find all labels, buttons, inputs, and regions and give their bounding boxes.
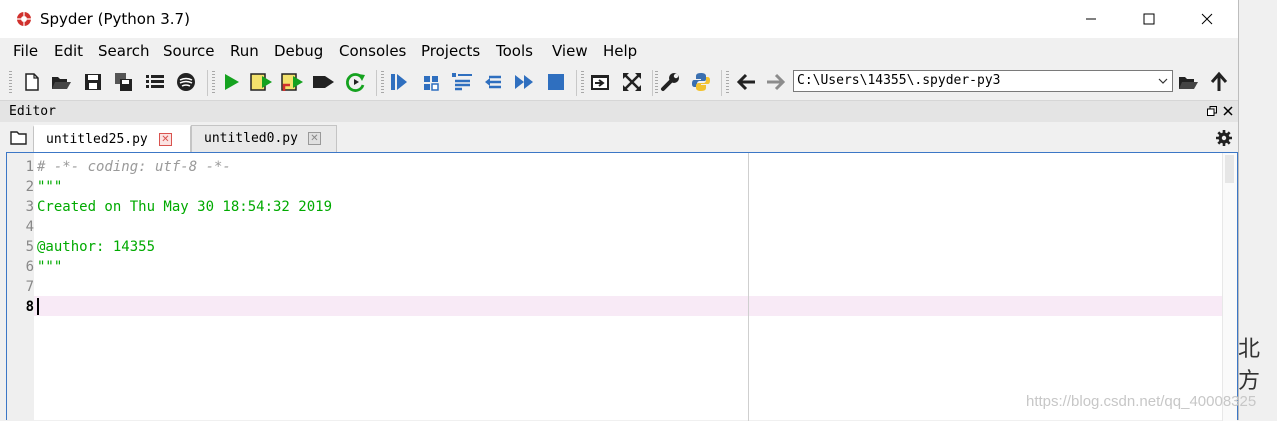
toolbar-grip[interactable]	[381, 71, 384, 95]
close-tab-icon[interactable]: ✕	[159, 133, 172, 146]
step-into-icon[interactable]	[450, 70, 474, 94]
menu-file[interactable]: File	[13, 42, 38, 60]
vertical-scrollbar[interactable]	[1222, 153, 1237, 421]
chevron-down-icon[interactable]	[1156, 71, 1170, 91]
tab-untitled0[interactable]: untitled0.py ✕	[191, 125, 337, 152]
maximize-button[interactable]	[1120, 0, 1178, 38]
back-arrow-icon[interactable]	[734, 70, 758, 94]
menu-run[interactable]: Run	[230, 42, 259, 60]
step-return-icon[interactable]	[481, 70, 505, 94]
python-path-icon[interactable]	[689, 70, 713, 94]
code-line: @author: 14355	[37, 239, 156, 255]
editor-tabs: untitled25.py ✕ untitled0.py ✕	[0, 122, 1238, 153]
stop-icon[interactable]	[544, 70, 568, 94]
menu-help[interactable]: Help	[603, 42, 637, 60]
tab-label: untitled25.py	[46, 132, 148, 147]
toolbar-separator	[576, 70, 577, 96]
line-number: 3	[25, 199, 34, 215]
line-number-gutter: 1 2 3 4 5 6 7 8	[7, 153, 34, 421]
code-line: Created on Thu May 30 18:54:32 2019	[37, 199, 333, 215]
gear-icon[interactable]	[1212, 126, 1236, 150]
browse-folder-icon[interactable]	[1176, 70, 1200, 94]
menu-consoles[interactable]: Consoles	[339, 42, 406, 60]
window-title: Spyder (Python 3.7)	[40, 10, 190, 28]
rerun-icon[interactable]	[344, 70, 368, 94]
undock-icon[interactable]	[1205, 104, 1219, 118]
parent-directory-icon[interactable]	[1207, 70, 1231, 94]
pane-title: Editor	[9, 104, 56, 119]
outline-icon[interactable]	[143, 70, 167, 94]
editor-pane-header: Editor	[0, 100, 1238, 123]
menu-bar: File Edit Search Source Run Debug Consol…	[0, 38, 1238, 64]
current-line-number: 8	[25, 299, 34, 315]
menu-source[interactable]: Source	[163, 42, 215, 60]
tab-label: untitled0.py	[204, 131, 298, 146]
background-text: 北方	[1238, 337, 1261, 394]
text-cursor	[37, 298, 39, 315]
menu-edit[interactable]: Edit	[54, 42, 83, 60]
watermark: https://blog.csdn.net/qq_40008325	[1026, 393, 1257, 410]
code-line: # -*- coding: utf-8 -*-	[37, 159, 231, 175]
run-cell-icon[interactable]	[250, 70, 274, 94]
close-button[interactable]	[1178, 0, 1236, 38]
code-line: """	[37, 259, 63, 275]
scrollbar-thumb[interactable]	[1225, 155, 1234, 183]
close-pane-icon[interactable]	[1221, 104, 1235, 118]
toolbar-separator	[721, 70, 722, 96]
spyder-window: Spyder (Python 3.7) File Edit Search Sou…	[0, 0, 1239, 421]
line-number: 2	[25, 179, 34, 195]
spyder-logo-icon	[16, 11, 32, 27]
save-all-icon[interactable]	[112, 70, 136, 94]
tab-untitled25[interactable]: untitled25.py ✕	[33, 125, 191, 153]
toolbar-grip[interactable]	[9, 71, 12, 95]
toolbar-separator	[376, 70, 377, 96]
preferences-icon[interactable]	[658, 70, 682, 94]
menu-search[interactable]: Search	[98, 42, 150, 60]
current-line-highlight	[34, 296, 1222, 316]
menu-projects[interactable]: Projects	[421, 42, 480, 60]
menu-view[interactable]: View	[552, 42, 588, 60]
step-icon[interactable]	[419, 70, 443, 94]
browse-tabs-icon[interactable]	[7, 126, 31, 150]
toolbar-separator	[207, 70, 208, 96]
minimize-button[interactable]	[1062, 0, 1120, 38]
save-icon[interactable]	[81, 70, 105, 94]
spyder-settings-icon[interactable]	[174, 70, 198, 94]
maximize-pane-icon[interactable]	[588, 70, 612, 94]
working-directory-value: C:\Users\14355\.spyder-py3	[797, 73, 1001, 88]
menu-debug[interactable]: Debug	[274, 42, 323, 60]
run-cell-advance-icon[interactable]	[281, 70, 305, 94]
close-tab-icon[interactable]: ✕	[308, 132, 321, 145]
line-number: 5	[25, 239, 34, 255]
line-number: 1	[25, 159, 34, 175]
run-icon[interactable]	[219, 70, 243, 94]
title-bar: Spyder (Python 3.7)	[0, 0, 1238, 38]
working-directory-combo[interactable]: C:\Users\14355\.spyder-py3	[793, 70, 1173, 92]
continue-icon[interactable]	[512, 70, 536, 94]
code-line: """	[37, 179, 63, 195]
open-file-icon[interactable]	[49, 70, 73, 94]
forward-arrow-icon[interactable]	[764, 70, 788, 94]
line-number: 7	[25, 279, 34, 295]
run-selection-icon[interactable]	[312, 70, 336, 94]
menu-tools[interactable]: Tools	[496, 42, 533, 60]
toolbar-grip[interactable]	[581, 71, 584, 95]
code-editor[interactable]: 1 2 3 4 5 6 7 8 # -*- coding: utf-8 -*- …	[6, 152, 1238, 421]
toolbar-separator	[652, 70, 653, 96]
toolbar-grip[interactable]	[212, 71, 215, 95]
line-number: 6	[25, 259, 34, 275]
new-file-icon[interactable]	[20, 70, 44, 94]
debug-icon[interactable]	[387, 70, 411, 94]
line-number: 4	[25, 219, 34, 235]
toolbar-grip[interactable]	[726, 71, 729, 95]
edge-line	[748, 153, 749, 421]
main-toolbar: C:\Users\14355\.spyder-py3	[0, 64, 1238, 100]
fullscreen-icon[interactable]	[620, 70, 644, 94]
